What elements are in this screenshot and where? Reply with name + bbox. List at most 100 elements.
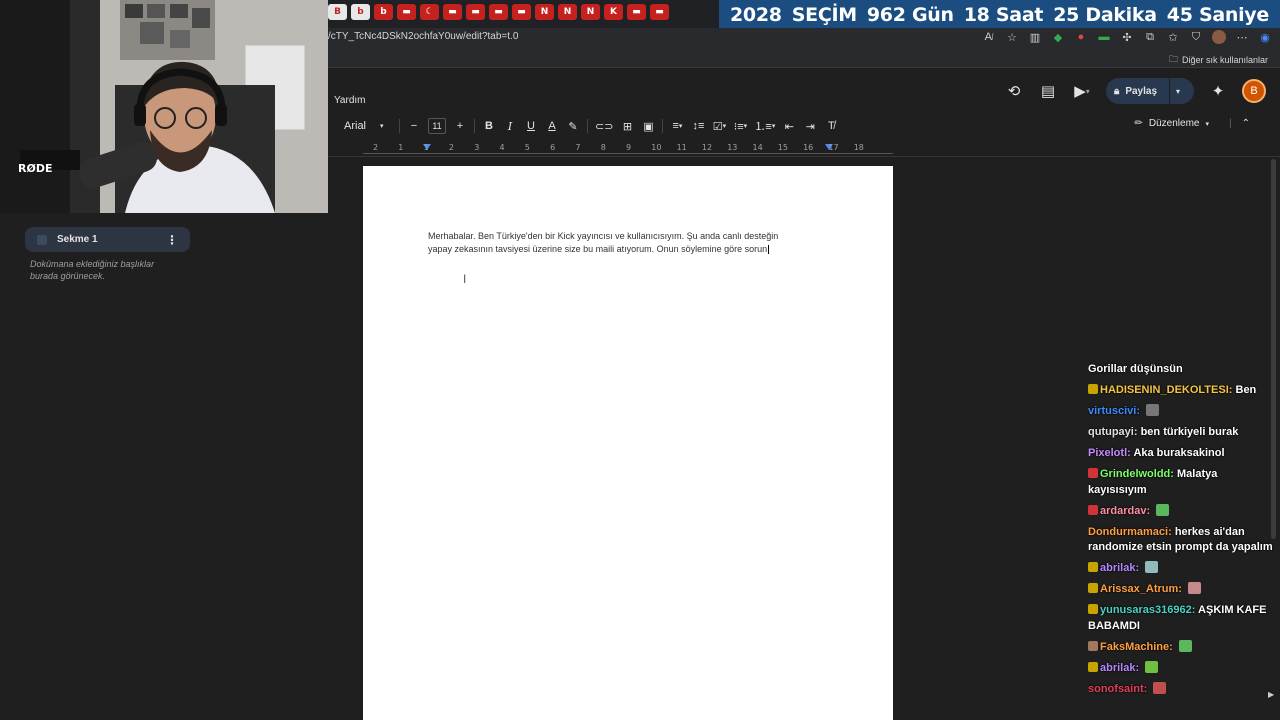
increase-font-icon[interactable]: + [453,117,467,135]
checklist-icon[interactable]: ☑ ▾ [712,117,726,135]
chat-badge-icon [1088,468,1098,478]
menu-help[interactable]: Yardım [334,95,366,106]
favorites-icon[interactable]: ✩ [1166,30,1180,44]
line-spacing-icon[interactable]: ↕≡ [691,117,705,135]
underline-icon[interactable]: U [524,117,538,135]
add-comment-icon[interactable]: ⊞ [620,117,634,135]
chat-username[interactable]: ardardav [1100,505,1146,517]
chat-message: Grindelwoldd: Malatya kayısısıyım [1088,468,1218,496]
text-color-icon[interactable]: A [545,117,559,135]
editing-mode-button[interactable]: ✏︎ Düzenleme ▾ | ⌃ [1135,118,1251,129]
chat-username[interactable]: Arissax_Atrum [1100,583,1178,595]
extension-green-icon[interactable]: ▬ [1097,30,1111,44]
bookmarks-bar: 🗀 Diğer sık kullanılanlar [328,48,1280,68]
highlight-icon[interactable]: ✎ [566,117,580,135]
align-icon[interactable]: ≡ ▾ [670,117,684,135]
comments-icon[interactable]: ▤ [1038,81,1058,101]
meet-icon[interactable]: ▶ ▾ [1072,81,1092,101]
browser-tab-favicon[interactable]: ▬ [627,4,646,20]
chat-username[interactable]: Pixelotl [1088,447,1127,459]
star-icon[interactable]: ☆ [1005,30,1019,44]
browser-tab-favicon[interactable]: ▬ [489,4,508,20]
countdown-minutes: 25 Dakika [1053,3,1157,26]
chevron-down-icon[interactable]: ▾ [1176,87,1180,96]
body-line: Merhabalar. Ben Türkiye'den bir Kick yay… [428,231,779,241]
clear-formatting-icon[interactable]: T̸ [824,117,838,135]
read-aloud-icon[interactable]: Aʃ [982,30,996,44]
font-size-input[interactable]: 11 [428,118,446,134]
decrease-indent-icon[interactable]: ⇤ [782,117,796,135]
browser-tab-favicon[interactable]: ▬ [512,4,531,20]
chat-emote-icon [1153,681,1167,694]
chat-message: sonofsaint: [1088,681,1276,698]
chat-username[interactable]: HADISENIN_DEKOLTESI [1100,384,1229,396]
gemini-icon[interactable]: ✦ [1208,81,1228,101]
text-cursor [768,244,770,254]
chat-badge-icon [1088,661,1098,672]
more-options-icon[interactable]: ⋮ [166,233,178,247]
chat-username[interactable]: FaksMachine [1100,641,1169,653]
more-icon[interactable]: ⋯ [1235,30,1249,44]
browser-profile-icon[interactable] [1212,30,1226,44]
election-countdown-banner: 2028 SEÇİM 962 Gün 18 Saat 25 Dakika 45 … [719,0,1280,29]
puzzle-icon[interactable]: ✣ [1120,30,1134,44]
ruler-number: 14 [752,143,763,152]
copilot-icon[interactable]: ◉ [1258,30,1272,44]
browser-tab-favicon[interactable]: b [351,4,370,20]
collapse-icon[interactable]: ⌃ [1242,118,1250,129]
avatar[interactable]: B [1242,79,1266,103]
extension-red-icon[interactable]: ● [1074,30,1088,44]
bulleted-list-icon[interactable]: ⁝≡ ▾ [733,117,747,135]
chat-username[interactable]: virtuscivi [1088,405,1136,417]
chat-badge-icon [1088,504,1098,515]
link-icon[interactable]: ⊂⊃ [595,117,613,135]
ruler-number: 1 [398,143,404,152]
browser-tab-favicon[interactable]: ☾ [420,4,439,20]
split-icon[interactable]: ▥ [1028,30,1042,44]
chat-username[interactable]: abrilak [1100,562,1135,574]
address-bar[interactable]: /cTY_TcNc4DSkN2ochfaY0uw/edit?tab=t.0 Aʃ… [328,28,1280,48]
tab-sekme-1[interactable]: Sekme 1 ⋮ [25,227,190,252]
chat-username[interactable]: Grindelwoldd [1100,468,1170,480]
bookmarks-folder[interactable]: 🗀 Diğer sık kullanılanlar [1169,52,1268,68]
history-icon[interactable]: ⟲ [1004,81,1024,101]
browser-tab-favicon[interactable]: ▬ [397,4,416,20]
lock-icon: 🔒︎ [1114,85,1120,97]
ruler-number: 15 [777,143,788,152]
browser-tab-favicon[interactable]: ▬ [443,4,462,20]
chat-emote-icon [1188,582,1201,594]
browser-tab-favicon[interactable]: N [535,4,554,20]
browser-tab-favicon[interactable]: N [581,4,600,20]
split-screen-icon[interactable]: ⧉ [1143,30,1157,44]
chat-emote-icon [1156,503,1170,516]
increase-indent-icon[interactable]: ⇥ [803,117,817,135]
numbered-list-icon[interactable]: ⒈≡ ▾ [754,117,775,135]
ruler-number: 11 [676,143,687,152]
chat-username[interactable]: Dondurmamaci [1088,526,1168,538]
chat-username[interactable]: abrilak [1100,662,1135,674]
browser-tab-favicon[interactable]: ▬ [650,4,669,20]
decrease-font-icon[interactable]: − [407,117,421,135]
chevron-down-icon: ▾ [1205,120,1209,128]
horizontal-ruler[interactable]: 2 1 1 2 3 4 5 6 7 8 9 10 11 12 13 14 15 16 17 18 [363,142,893,156]
browser-tab-favicon[interactable]: B [328,4,347,20]
font-select[interactable]: Arial ▾ [328,117,392,135]
share-button[interactable]: 🔒︎ Paylaş ▾ [1106,78,1194,104]
tab-favicons: Bb b ▬ ☾ ▬ ▬ ▬ ▬ N N N K ▬ ▬ [328,4,669,22]
chat-message: abrilak: [1088,561,1276,577]
document-page[interactable]: Merhabalar. Ben Türkiye'den bir Kick yay… [363,166,893,720]
bold-icon[interactable]: B [482,117,496,135]
browser-tab-favicon[interactable]: b [374,4,393,20]
chat-username[interactable]: yunusaras316962 [1100,604,1192,616]
shield-icon[interactable]: ⛉ [1189,30,1203,44]
italic-icon[interactable]: I [503,117,517,135]
browser-tab-favicon[interactable]: N [558,4,577,20]
browser-tab-favicon[interactable]: ▬ [466,4,485,20]
browser-tab-favicon[interactable]: K [604,4,623,20]
extension-icon[interactable]: ◆ [1051,30,1065,44]
chat-username[interactable]: qutupayi [1088,426,1134,438]
insert-image-icon[interactable]: ▣ [641,117,655,135]
url-text[interactable]: /cTY_TcNc4DSkN2ochfaY0uw/edit?tab=t.0 [328,31,518,42]
document-body[interactable]: Merhabalar. Ben Türkiye'den bir Kick yay… [428,230,818,255]
chat-username[interactable]: sonofsaint [1088,683,1144,695]
